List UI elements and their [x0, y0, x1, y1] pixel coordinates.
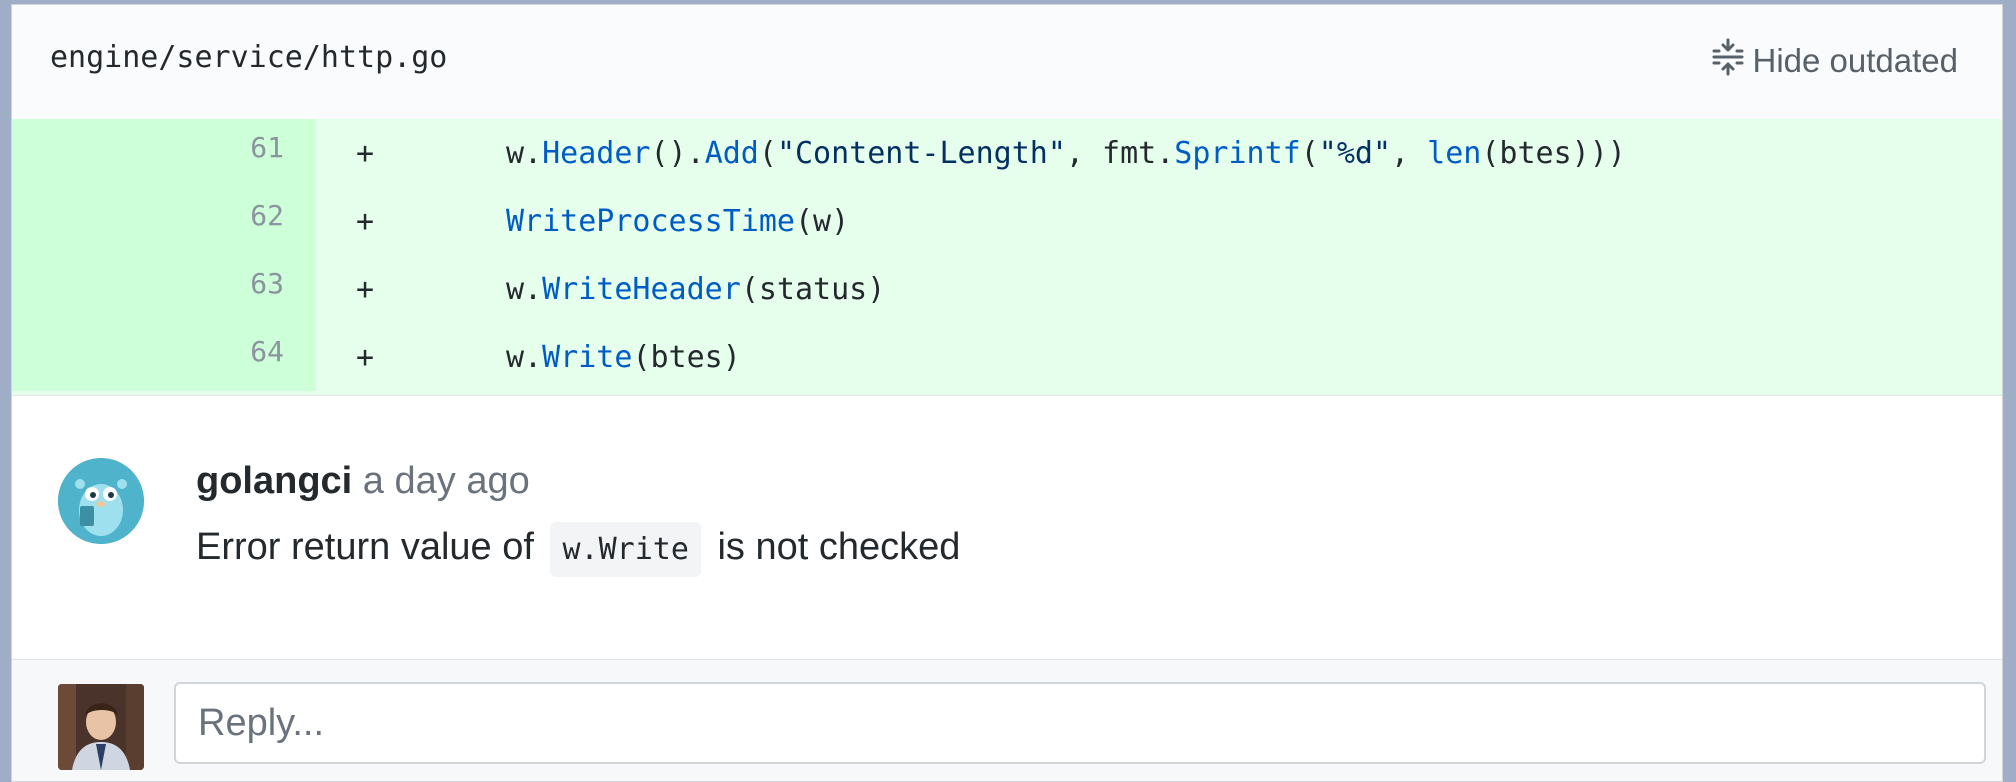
diff-marker: +	[356, 271, 375, 307]
hide-outdated-label: Hide outdated	[1752, 42, 1959, 79]
code-token: (status)	[740, 271, 886, 307]
code-line: w.WriteHeader(status)	[406, 272, 885, 307]
code-token: WriteHeader	[542, 271, 741, 307]
file-path[interactable]: engine/service/http.go	[50, 40, 447, 75]
inline-code: w.Write	[550, 522, 701, 577]
code-token: (btes)	[632, 339, 741, 375]
code-token: (	[758, 135, 777, 171]
diff-marker: +	[356, 203, 375, 239]
code-token: "Content-Length"	[776, 135, 1066, 171]
code-token: Write	[542, 339, 633, 375]
diff-row: 63 + w.WriteHeader(status)	[12, 255, 2002, 323]
code-token: "%d"	[1318, 135, 1392, 171]
user-avatar[interactable]	[58, 684, 144, 770]
diff-row: 62 + WriteProcessTime(w)	[12, 187, 2002, 255]
diff-row: 61 + w.Header().Add("Content-Length", fmt.…	[12, 119, 2002, 187]
comment-text-prefix: Error return value of	[196, 526, 534, 568]
diff-marker: +	[356, 339, 375, 375]
comment-text-suffix: is not checked	[717, 526, 961, 568]
code-line: w.Header().Add("Content-Length", fmt.Spr…	[406, 136, 1626, 171]
line-number[interactable]: 64	[12, 323, 316, 391]
code-token: (btes)))	[1481, 135, 1626, 171]
code-token: Sprintf	[1174, 135, 1301, 171]
review-comment-card: engine/service/http.go Hide outdated 61 +…	[11, 4, 2003, 782]
diff-table: 61 + w.Header().Add("Content-Length", fmt.…	[12, 119, 2002, 395]
code-token: ,	[1391, 135, 1428, 171]
code-token: ().	[650, 135, 705, 171]
line-number[interactable]: 61	[12, 119, 316, 187]
unfold-icon	[1711, 38, 1753, 84]
code-token: Add	[704, 135, 759, 171]
line-number[interactable]: 63	[12, 255, 316, 323]
comment-header: golangci a day ago	[196, 460, 530, 503]
file-header: engine/service/http.go Hide outdated	[12, 5, 2002, 120]
line-number[interactable]: 62	[12, 187, 316, 255]
comment-author[interactable]: golangci	[196, 460, 352, 502]
code-token: w.	[506, 271, 543, 307]
code-token: len	[1427, 135, 1482, 171]
code-token: w.	[506, 135, 543, 171]
code-token: (w)	[794, 203, 850, 239]
diff-marker: +	[356, 135, 375, 171]
code-token: WriteProcessTime	[506, 203, 795, 239]
reply-input[interactable]	[174, 682, 1986, 764]
bot-avatar[interactable]	[58, 458, 144, 544]
reply-bar	[12, 659, 2002, 781]
code-token: w.	[506, 339, 543, 375]
comment-time[interactable]: a day ago	[363, 460, 530, 502]
code-token: Header	[542, 135, 651, 171]
code-token: , fmt.	[1065, 135, 1175, 171]
diff-row: 64 + w.Write(btes)	[12, 323, 2002, 391]
code-line: w.Write(btes)	[406, 340, 741, 375]
code-line: WriteProcessTime(w)	[406, 204, 849, 239]
hide-outdated-button[interactable]: Hide outdated	[1711, 33, 1959, 89]
comment: golangci a day ago Error return value of…	[12, 395, 2002, 660]
comment-body: Error return value of w.Write is not che…	[196, 522, 961, 577]
code-token: (	[1300, 135, 1319, 171]
